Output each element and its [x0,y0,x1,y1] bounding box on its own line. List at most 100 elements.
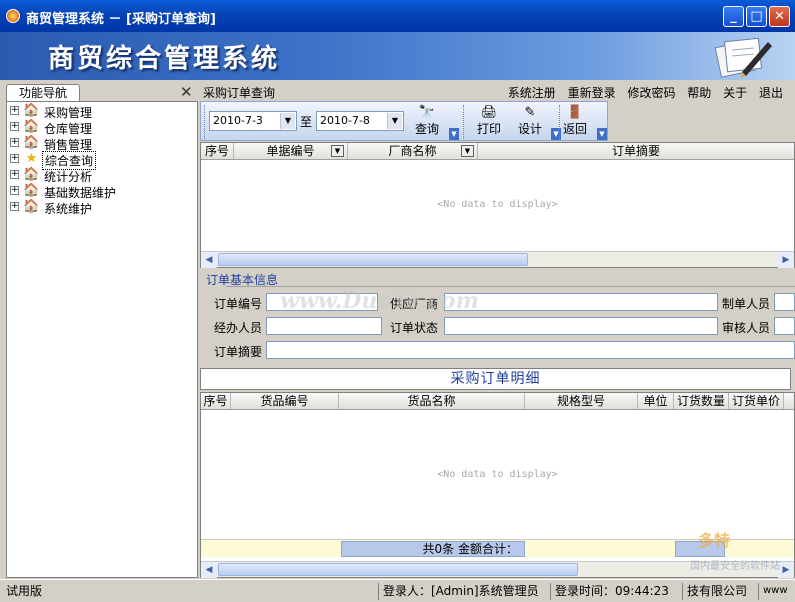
expand-icon[interactable]: + [10,170,19,179]
expand-icon[interactable]: + [10,186,19,195]
supplier-field[interactable] [444,293,718,311]
window-titlebar[interactable]: 商贸管理系统 － [采购订单查询] _ □ ✕ [0,0,795,32]
house-icon: 🏠 [23,119,40,134]
scroll-left-icon[interactable]: ◀ [201,562,217,578]
date-from-select[interactable]: 2010-7-3 ▼ [209,111,297,131]
expand-icon[interactable]: + [10,122,19,131]
page-title: 采购订单查询 [203,86,276,100]
back-button[interactable]: 🚪 返回 [555,105,595,139]
horizontal-scrollbar[interactable]: ◀ ▶ [201,251,794,268]
printer-icon: 🖨 [480,105,498,120]
tree-item-query[interactable]: + ★ 综合查询 [7,151,197,170]
exit-door-icon: 🚪 [566,105,584,120]
house-icon: 🏠 [23,103,40,118]
status-company: 技有限公司 [682,583,754,600]
creator-field[interactable] [774,293,795,311]
summary-amount-cell [675,541,725,557]
banner-title: 商贸综合管理系统 [48,44,281,74]
expand-icon[interactable]: + [10,138,19,147]
supplier-label: 供应厂商 [390,297,439,311]
horizontal-scrollbar[interactable]: ◀ ▶ [201,561,794,578]
scroll-right-icon[interactable]: ▶ [778,562,794,578]
column-header[interactable]: 订单摘要 [478,143,794,159]
reviewer-field[interactable] [774,317,795,335]
column-header[interactable]: 规格型号 [525,393,638,409]
expand-icon[interactable]: + [10,202,19,211]
design-label: 设计 [517,122,542,136]
expand-icon[interactable]: + [10,154,19,163]
tree-item-basedata[interactable]: + 🏠 基础数据维护 [7,183,197,200]
tree-item-sales[interactable]: + 🏠 销售管理 [7,135,197,152]
chevron-down-icon[interactable]: ▼ [387,113,402,129]
filter-dropdown-icon[interactable]: ▼ [461,145,474,157]
detail-grid[interactable]: 序号 货品编号 货品名称 规格型号 单位 订货数量 订货单价 <No data … [200,392,795,578]
print-button[interactable]: 🖨 打印 [469,105,509,139]
scroll-right-icon[interactable]: ▶ [778,252,794,268]
status-field[interactable] [444,317,718,335]
status-extra: www [758,583,792,600]
reviewer-label: 审核人员 [722,321,771,335]
empty-grid-message: <No data to display> [437,469,558,480]
status-mode: 试用版 [6,584,43,598]
menu-register[interactable]: 系统注册 [508,86,556,100]
empty-grid-message: <No data to display> [437,199,558,210]
house-icon: 🏠 [23,183,40,198]
app-icon [6,9,20,23]
scroll-left-icon[interactable]: ◀ [201,252,217,268]
column-header[interactable]: 货品编号 [231,393,339,409]
date-to-select[interactable]: 2010-7-8 ▼ [316,111,404,131]
toolbar-overflow-icon[interactable]: ▼ [597,128,607,140]
back-label: 返回 [562,122,587,136]
tree-item-statistics[interactable]: + 🏠 统计分析 [7,167,197,184]
maximize-button[interactable]: □ [746,6,767,27]
menu-about[interactable]: 关于 [723,86,747,100]
status-user: 登录人：[Admin]系统管理员 [378,583,544,600]
column-header[interactable]: 序号 [201,393,231,409]
scroll-thumb[interactable] [218,253,528,266]
binoculars-icon: 🔭 [418,105,436,120]
summary-field[interactable] [266,341,795,359]
toolbar-grip[interactable] [463,105,465,139]
expand-icon[interactable]: + [10,106,19,115]
order-info-section: 订单基本信息 订单编号 供应厂商 制单人员 经办人员 订单状态 审核人员 订单摘… [200,268,795,366]
menu-relogin[interactable]: 重新登录 [568,86,616,100]
tree-item-system[interactable]: + 🏠 系统维护 [7,199,197,216]
toolbar-overflow-icon[interactable]: ▼ [449,128,459,140]
toolbar-grip[interactable] [204,105,206,139]
handler-field[interactable] [266,317,382,335]
column-header[interactable]: 序号 [201,143,234,159]
window-title: 商贸管理系统 － [采购订单查询] [26,12,216,27]
creator-label: 制单人员 [722,297,771,311]
handler-label: 经办人员 [214,321,263,335]
star-icon: ★ [25,151,38,166]
column-header[interactable]: 厂商名称 [348,143,478,159]
column-header[interactable]: 货品名称 [339,393,525,409]
nav-tree: + 🏠 采购管理 + 🏠 仓库管理 + 🏠 销售管理 + ★ 综合查询 + 🏠 … [6,101,198,578]
menu-help[interactable]: 帮助 [687,86,711,100]
order-no-field[interactable] [266,293,378,311]
design-button[interactable]: ✎ 设计 [510,105,550,139]
house-icon: 🏠 [23,199,40,214]
menu-links: 系统注册 重新登录 修改密码 帮助 关于 退出 [500,84,783,101]
tree-item-warehouse[interactable]: + 🏠 仓库管理 [7,119,197,136]
column-header[interactable]: 订货数量 [674,393,729,409]
house-icon: 🏠 [23,167,40,182]
query-button[interactable]: 🔭 查询 [407,105,447,139]
tree-item-purchase[interactable]: + 🏠 采购管理 [7,103,197,120]
menu-change-password[interactable]: 修改密码 [627,86,675,100]
orders-grid[interactable]: 序号 单据编号 ▼ 厂商名称 ▼ 订单摘要 <No data to displa… [200,142,795,268]
close-button[interactable]: ✕ [769,6,790,27]
chevron-down-icon[interactable]: ▼ [280,113,295,129]
filter-dropdown-icon[interactable]: ▼ [331,145,344,157]
close-icon[interactable]: ✕ [180,83,193,101]
minimize-button[interactable]: _ [723,6,744,27]
menu-exit[interactable]: 退出 [759,86,783,100]
toolbar: 2010-7-3 ▼ 至 2010-7-8 ▼ 🔭 查询 ▼ 🖨 打印 ✎ 设计… [200,101,608,141]
house-icon: 🏠 [23,135,40,150]
scroll-thumb[interactable] [218,563,578,576]
column-header[interactable]: 单位 [638,393,674,409]
print-label: 打印 [476,122,501,136]
column-header[interactable]: 订货单价 [729,393,784,409]
grid-header: 序号 单据编号 ▼ 厂商名称 ▼ 订单摘要 [201,143,794,160]
date-to-value: 2010-7-8 [320,114,370,127]
